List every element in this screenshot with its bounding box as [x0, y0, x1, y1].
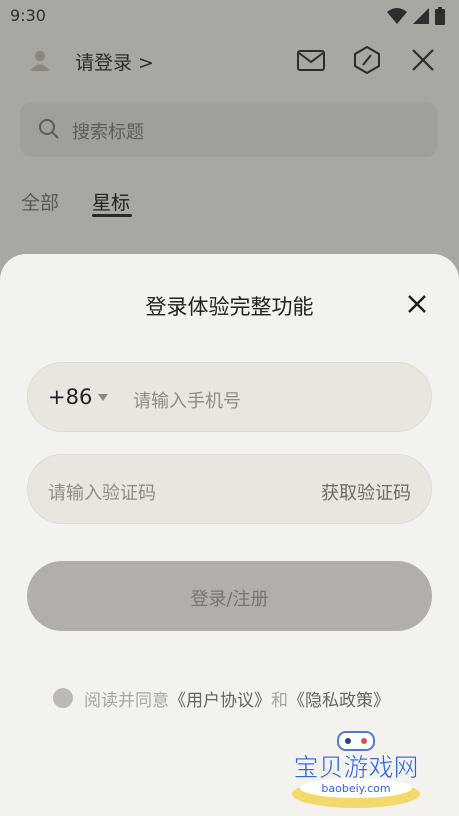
wifi-icon	[387, 8, 407, 24]
agree-checkbox[interactable]	[53, 688, 73, 708]
agree-prefix: 阅读并同意	[84, 691, 169, 711]
top-header: 请登录 >	[0, 40, 459, 80]
close-icon[interactable]	[404, 291, 430, 317]
status-time: 9:30	[10, 6, 46, 25]
tab-active-indicator	[92, 214, 132, 217]
tab-starred[interactable]: 星标	[92, 188, 130, 215]
caret-down-icon[interactable]	[98, 394, 108, 402]
status-bar: 9:30	[0, 0, 459, 32]
privacy-policy-link[interactable]: 《隐私政策》	[288, 691, 390, 711]
verification-code-field[interactable]: 请输入验证码 获取验证码	[27, 454, 432, 524]
login-register-label: 登录/注册	[190, 589, 269, 610]
user-agreement-link[interactable]: 《用户协议》	[169, 691, 271, 711]
search-icon	[39, 119, 59, 139]
battery-icon	[435, 7, 445, 25]
country-code-selector[interactable]: +86	[48, 385, 92, 409]
get-code-button[interactable]: 获取验证码	[321, 479, 411, 505]
watermark-title: 宝贝游戏网	[293, 753, 418, 782]
signal-icon	[413, 8, 429, 24]
tab-all[interactable]: 全部	[21, 188, 59, 215]
hexagon-slash-icon[interactable]	[351, 44, 383, 76]
search-placeholder: 搜索标题	[72, 122, 144, 143]
login-link[interactable]: 请登录 >	[75, 48, 154, 75]
sheet-title: 登录体验完整功能	[145, 295, 314, 319]
login-register-button[interactable]: 登录/注册	[27, 561, 432, 631]
status-icons	[387, 6, 445, 26]
mail-icon[interactable]	[295, 44, 327, 76]
code-input[interactable]: 请输入验证码	[48, 479, 156, 505]
watermark-logo: 宝贝游戏网 baobeiy.com	[292, 731, 420, 808]
agree-and: 和	[271, 691, 288, 711]
avatar-icon[interactable]	[26, 46, 54, 74]
close-icon[interactable]	[407, 44, 439, 76]
search-bar[interactable]: 搜索标题	[20, 102, 438, 157]
phone-field[interactable]: +86 请输入手机号	[27, 362, 432, 432]
phone-input[interactable]: 请输入手机号	[133, 387, 241, 413]
watermark-url: baobeiy.com	[321, 782, 390, 795]
agreement-text: 阅读并同意《用户协议》和《隐私政策》	[84, 686, 390, 711]
